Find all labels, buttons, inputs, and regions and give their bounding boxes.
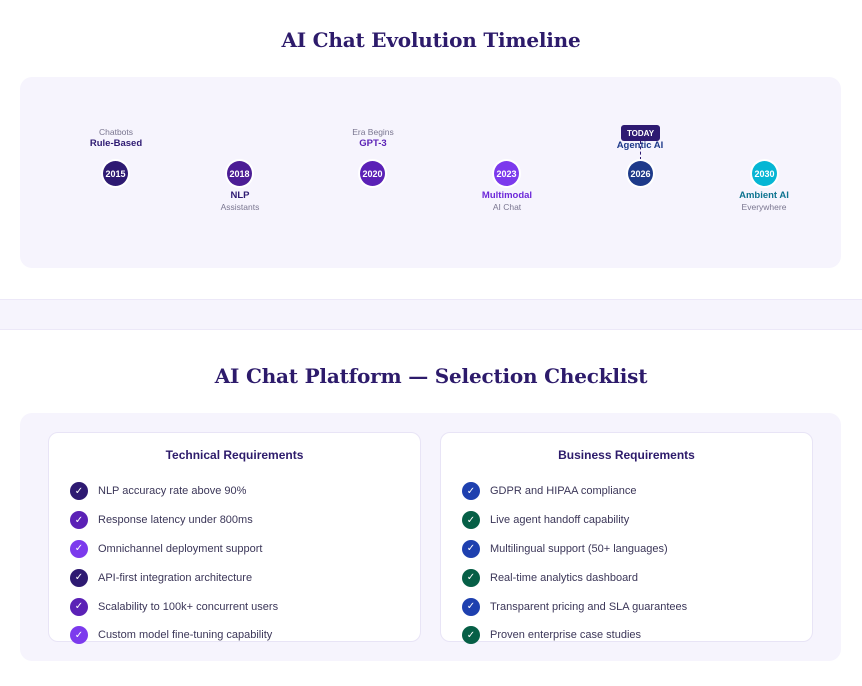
requirement-text: Live agent handoff capability [490, 514, 630, 527]
list-item: ✓ GDPR and HIPAA compliance [462, 477, 802, 506]
requirement-text: Real-time analytics dashboard [490, 571, 638, 584]
check-icon: ✓ [70, 511, 88, 530]
milestone-label: Ambient AI [739, 190, 789, 201]
check-icon: ✓ [70, 482, 88, 501]
milestone-sub: Era Begins [352, 127, 394, 137]
requirement-text: NLP accuracy rate above 90% [98, 485, 247, 498]
technical-requirements-title: Technical Requirements [165, 448, 304, 462]
list-item: ✓ API-first integration architecture [70, 563, 410, 592]
milestone-dot-2026[interactable]: 2026 [628, 161, 653, 186]
requirement-text: API-first integration architecture [98, 571, 253, 584]
list-item: ✓ Proven enterprise case studies [462, 621, 802, 650]
check-icon: ✓ [462, 626, 480, 645]
milestone-dot-2018[interactable]: 2018 [227, 161, 252, 186]
milestone-2030-caption: Ambient AI Everywhere [704, 190, 824, 213]
milestone-dot-2020[interactable]: 2020 [360, 161, 385, 186]
list-item: ✓ Live agent handoff capability [462, 506, 802, 535]
business-requirements-panel: Business Requirements ✓ GDPR and HIPAA co… [440, 432, 813, 645]
checklist-title: AI Chat Platform — Selection Checklist [214, 364, 648, 388]
milestone-label: Rule-Based [89, 138, 143, 149]
check-icon: ✓ [462, 482, 480, 501]
check-icon: ✓ [462, 539, 480, 558]
technical-requirements-panel: Technical Requirements ✓ NLP accuracy rat… [48, 432, 421, 645]
technical-requirements-list: ✓ NLP accuracy rate above 90% ✓ Response l… [70, 477, 410, 650]
list-item: ✓ Custom model fine-tuning capability [70, 621, 410, 650]
business-requirements-list: ✓ GDPR and HIPAA compliance ✓ Live agent h… [462, 477, 802, 650]
requirement-text: Custom model fine-tuning capability [98, 629, 273, 642]
milestone-2015-caption: Chatbots Rule-Based [56, 127, 176, 150]
milestone-dot-2015[interactable]: 2015 [103, 161, 128, 186]
list-item: ✓ Omnichannel deployment support [70, 535, 410, 564]
today-marker-line [640, 141, 641, 160]
check-icon: ✓ [462, 597, 480, 616]
milestone-sub: Assistants [220, 202, 260, 212]
timeline-title: AI Chat Evolution Timeline [281, 28, 581, 52]
requirement-text: Scalability to 100k+ concurrent users [98, 600, 279, 613]
list-item: ✓ Transparent pricing and SLA guarantees [462, 592, 802, 621]
timeline-card [20, 77, 841, 268]
milestone-sub: Everywhere [741, 202, 787, 212]
list-item: ✓ Scalability to 100k+ concurrent users [70, 592, 410, 621]
check-icon: ✓ [70, 626, 88, 645]
requirement-text: Transparent pricing and SLA guarantees [490, 600, 688, 613]
check-icon: ✓ [70, 597, 88, 616]
milestone-2020-caption: Era Begins GPT-3 [313, 127, 433, 150]
check-icon: ✓ [70, 568, 88, 587]
milestone-dot-2030[interactable]: 2030 [752, 161, 777, 186]
list-item: ✓ Real-time analytics dashboard [462, 563, 802, 592]
requirement-text: Response latency under 800ms [98, 514, 253, 527]
milestone-sub: AI Chat [492, 202, 522, 212]
list-item: ✓ Response latency under 800ms [70, 506, 410, 535]
milestone-2023-caption: Multimodal AI Chat [447, 190, 567, 213]
milestone-label: GPT-3 [359, 138, 387, 149]
requirement-text: Omnichannel deployment support [98, 542, 263, 555]
milestone-2018-caption: NLP Assistants [180, 190, 300, 213]
list-item: ✓ Multilingual support (50+ languages) [462, 535, 802, 564]
section-divider-band [0, 299, 862, 330]
list-item: ✓ NLP accuracy rate above 90% [70, 477, 410, 506]
check-icon: ✓ [462, 568, 480, 587]
requirement-text: GDPR and HIPAA compliance [490, 485, 637, 498]
milestone-label: Multimodal [481, 190, 533, 201]
business-requirements-title: Business Requirements [558, 448, 695, 462]
check-icon: ✓ [70, 539, 88, 558]
milestone-sub: Chatbots [98, 127, 134, 137]
milestone-dot-2023[interactable]: 2023 [494, 161, 519, 186]
today-badge: TODAY [621, 125, 660, 141]
milestone-label: NLP [230, 190, 250, 201]
check-icon: ✓ [462, 511, 480, 530]
requirement-text: Proven enterprise case studies [490, 629, 642, 642]
requirement-text: Multilingual support (50+ languages) [490, 542, 668, 555]
